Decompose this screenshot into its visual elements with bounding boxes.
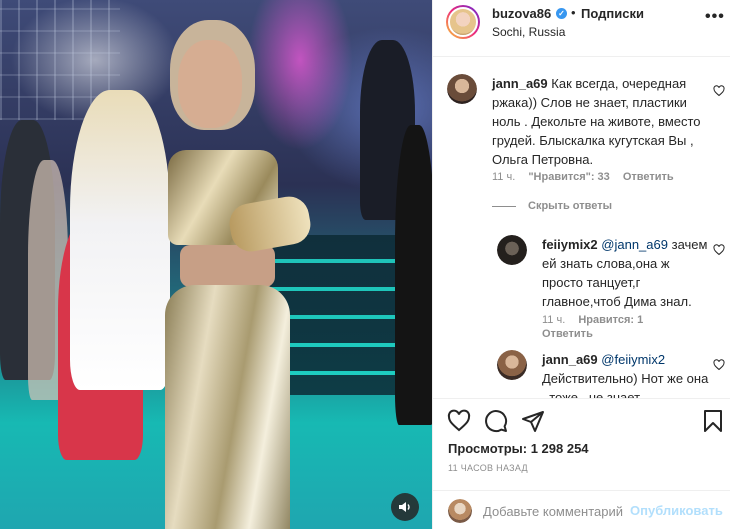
current-user-avatar <box>448 499 472 523</box>
post-video[interactable] <box>0 0 432 529</box>
post-location[interactable]: Sochi, Russia <box>492 25 565 39</box>
replier-avatar[interactable] <box>497 350 527 380</box>
reply-body: feiiymix2 @jann_a69 зачем ей знать слова… <box>542 235 714 311</box>
post-actions: Просмотры: 1 298 254 11 ЧАСОВ НАЗАД Опуб… <box>433 398 730 529</box>
like-reply-heart-icon[interactable] <box>713 244 725 256</box>
comment-age: 11 ч. <box>492 171 516 183</box>
commenter-username[interactable]: jann_a69 <box>492 76 548 91</box>
dancer-gold-skirt <box>165 285 290 529</box>
like-comment-heart-icon[interactable] <box>713 85 725 97</box>
author-username[interactable]: buzova86 <box>492 6 551 21</box>
reply-meta: 11 ч. Нравится: 1 Ответить <box>542 313 672 341</box>
comment-body: jann_a69 Как всегда, очередная ржака)) С… <box>492 74 712 169</box>
dancer-face <box>178 40 242 128</box>
sound-icon <box>399 502 410 512</box>
reply-likes[interactable]: Нравится: 1 <box>578 314 643 326</box>
publish-button[interactable]: Опубликовать <box>630 503 723 518</box>
commenter-avatar[interactable] <box>447 74 477 104</box>
reply-age: 11 ч. <box>542 314 566 326</box>
background-person <box>395 125 432 425</box>
verified-icon: ✓ <box>556 8 567 19</box>
reply-button[interactable]: Ответить <box>623 171 674 183</box>
comment-input[interactable] <box>483 500 623 522</box>
reply-mention-link[interactable]: @feiiymix2 <box>601 352 665 367</box>
view-count[interactable]: Просмотры: 1 298 254 <box>448 441 589 456</box>
reply-mention-link[interactable]: @jann_a69 <box>601 237 668 252</box>
like-reply-heart-icon[interactable] <box>713 359 725 371</box>
post-time[interactable]: 11 ЧАСОВ НАЗАД <box>448 463 528 473</box>
replier-avatar[interactable] <box>497 235 527 265</box>
comment-likes[interactable]: "Нравится": 33 <box>528 171 609 183</box>
reply-text: Действительно) Нот же она , тоже , не зн… <box>542 371 709 398</box>
background-person-white-dress <box>70 90 170 390</box>
hide-replies-button[interactable]: Скрыть ответы <box>492 200 612 212</box>
separator-dot: • <box>571 5 576 20</box>
dancer-waist <box>180 245 275 287</box>
replier-username[interactable]: jann_a69 <box>542 352 598 367</box>
comment-icon[interactable] <box>484 409 508 433</box>
bookmark-icon[interactable] <box>701 409 725 433</box>
comments-list[interactable]: jann_a69 Как всегда, очередная ржака)) С… <box>433 58 730 398</box>
sound-toggle-button[interactable] <box>391 493 419 521</box>
following-button[interactable]: Подписки <box>581 6 644 21</box>
comment-meta: 11 ч. "Нравится": 33 Ответить <box>492 170 674 184</box>
divider-line <box>492 205 516 207</box>
post-side-panel: buzova86 ✓ • Подписки Sochi, Russia ••• … <box>432 0 730 529</box>
reply-body: jann_a69 @feiiymix2 Действительно) Нот ж… <box>542 350 712 398</box>
heart-icon[interactable] <box>447 409 471 433</box>
more-icon[interactable]: ••• <box>705 8 725 26</box>
author-avatar[interactable] <box>446 5 480 39</box>
reply-button[interactable]: Ответить <box>542 328 593 340</box>
hide-replies-label: Скрыть ответы <box>528 200 612 212</box>
share-icon[interactable] <box>521 409 545 433</box>
add-comment-row: Опубликовать <box>433 490 730 529</box>
post-header: buzova86 ✓ • Подписки Sochi, Russia ••• <box>433 0 730 57</box>
replier-username[interactable]: feiiymix2 <box>542 237 598 252</box>
